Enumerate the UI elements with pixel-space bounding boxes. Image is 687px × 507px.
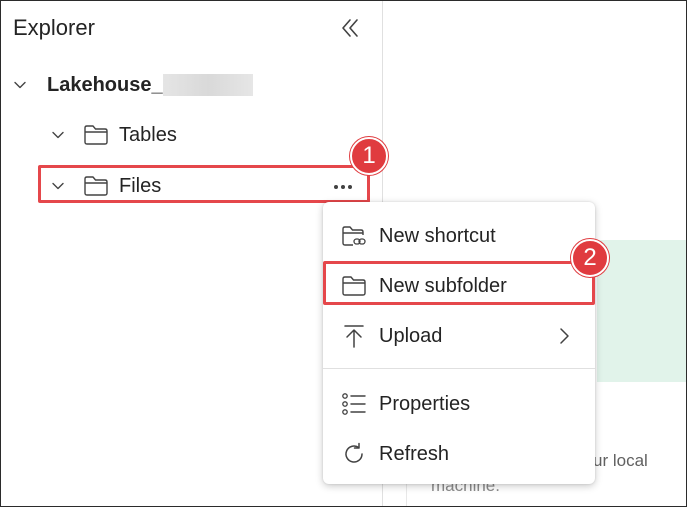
upload-icon (341, 323, 367, 349)
chevron-right-icon (557, 327, 571, 345)
collapse-explorer-button[interactable] (339, 17, 361, 39)
chevron-down-icon (13, 78, 27, 92)
app-window: ur local machine. Explorer Lakehouse_ Ta… (0, 0, 687, 507)
redacted-name (162, 74, 253, 96)
menu-item-refresh[interactable]: Refresh (323, 432, 595, 476)
list-icon (341, 391, 367, 417)
context-menu: New shortcut New subfolder Upload Proper… (323, 202, 595, 484)
folder-link-icon (341, 223, 367, 249)
background-green-card (597, 240, 686, 382)
menu-item-upload[interactable]: Upload (323, 314, 595, 358)
background-text-line1: ur local (593, 451, 648, 470)
step-badge-1: 1 (350, 137, 388, 175)
new-shortcut-label: New shortcut (379, 224, 496, 247)
tree-item-tables[interactable]: Tables (51, 115, 177, 155)
explorer-title: Explorer (13, 15, 95, 40)
lakehouse-label: Lakehouse_ (47, 73, 163, 96)
menu-item-properties[interactable]: Properties (323, 382, 595, 426)
highlight-new-subfolder (323, 261, 595, 305)
menu-divider (323, 368, 595, 369)
tables-label: Tables (119, 123, 177, 146)
highlight-files-row (38, 165, 370, 203)
upload-label: Upload (379, 324, 443, 347)
properties-label: Properties (379, 392, 471, 415)
step-badge-2: 2 (571, 239, 609, 277)
folder-icon (83, 124, 109, 146)
double-chevron-left-icon (339, 17, 361, 39)
menu-item-new-shortcut[interactable]: New shortcut (323, 214, 595, 258)
chevron-down-icon (51, 128, 65, 142)
tree-item-lakehouse[interactable]: Lakehouse_ (13, 65, 253, 105)
refresh-label: Refresh (379, 442, 450, 465)
refresh-icon (341, 441, 367, 467)
